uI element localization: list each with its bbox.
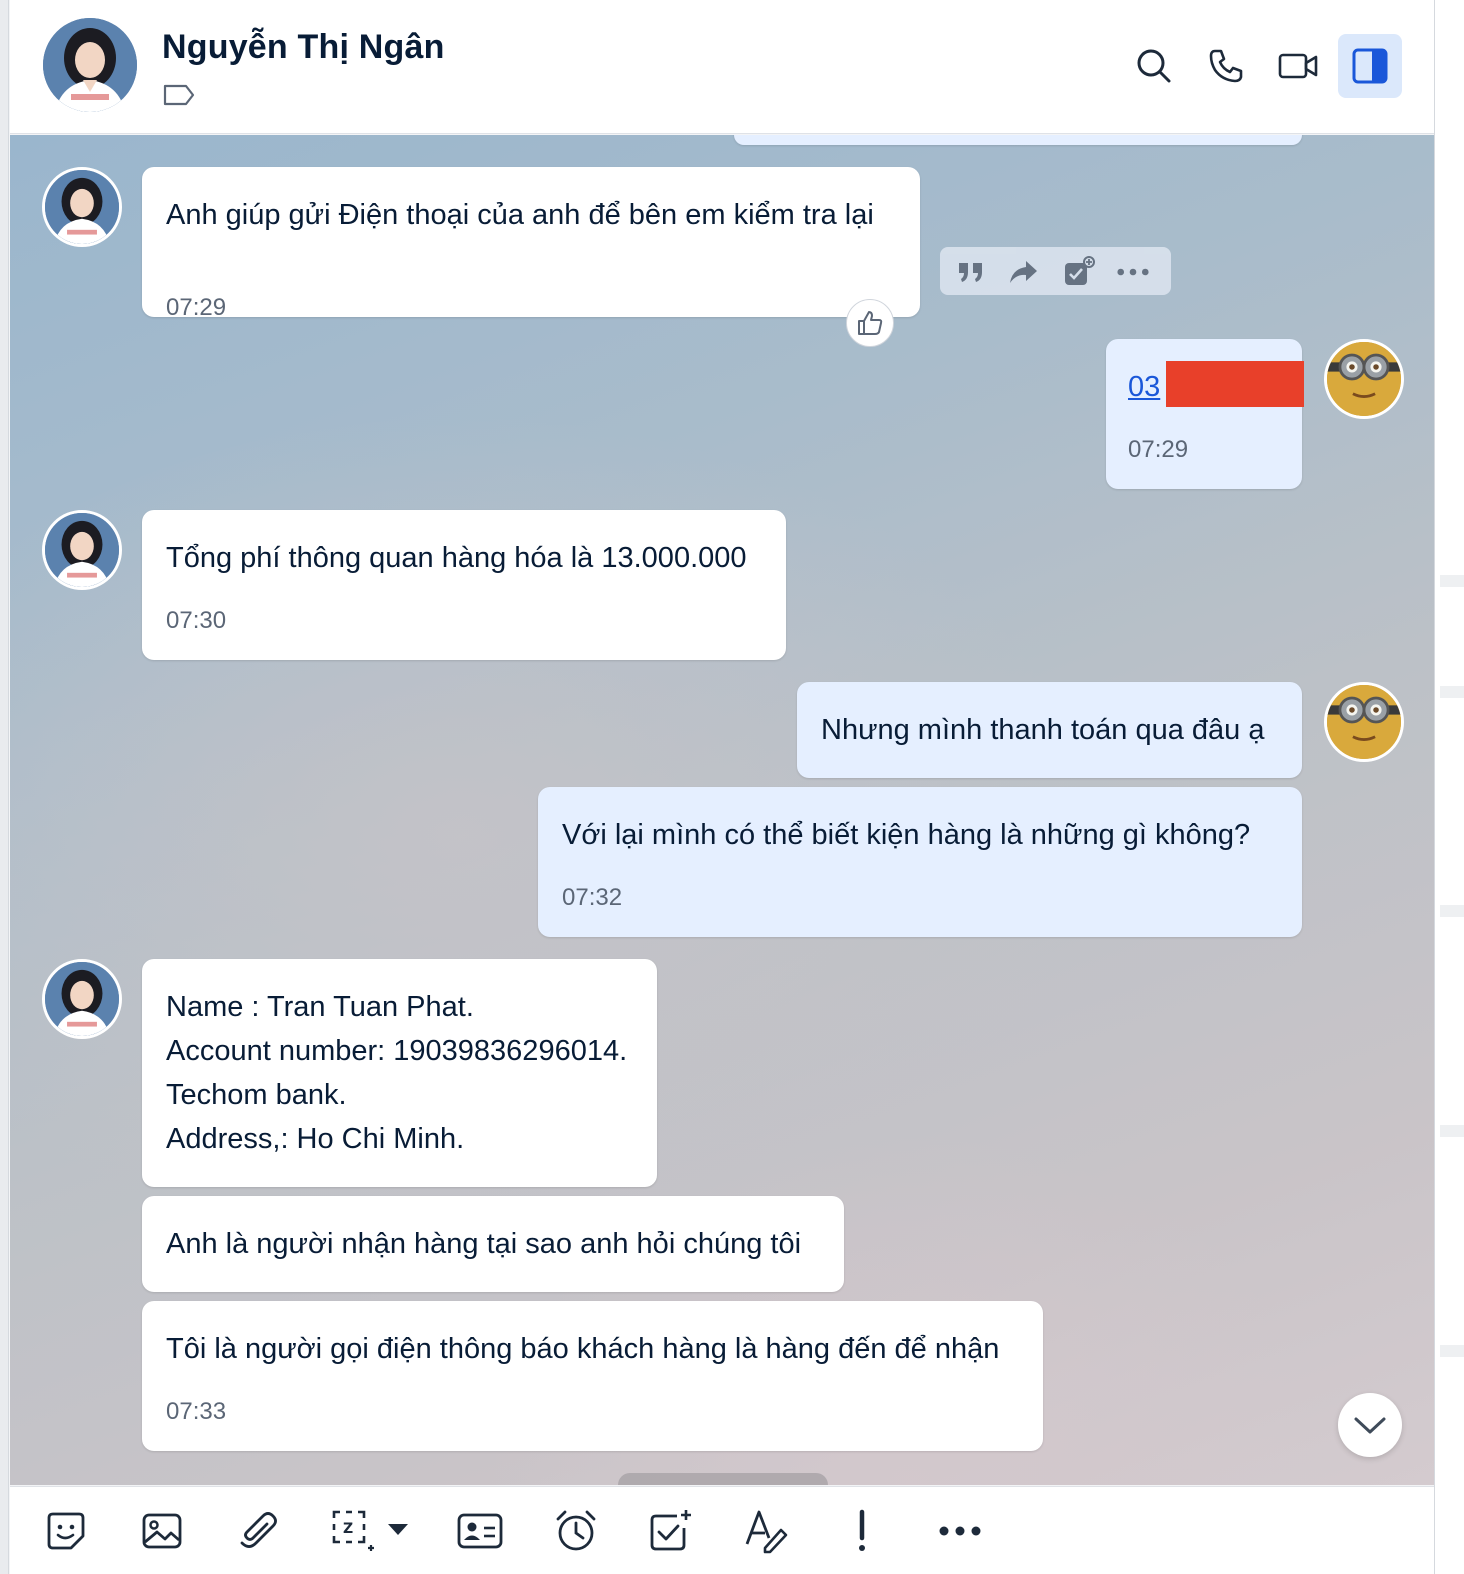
conversation-header: Nguyễn Thị Ngân (10, 0, 1434, 134)
phone-icon[interactable] (1198, 38, 1254, 94)
quote-icon[interactable] (954, 255, 988, 289)
contact-card-icon[interactable] (456, 1507, 504, 1555)
redaction-box (1166, 361, 1304, 407)
message-text: Tổng phí thông quan hàng hóa là 13.000.0… (166, 542, 747, 574)
message-bubble-incoming[interactable]: Anh là người nhận hàng tại sao anh hỏi c… (142, 1196, 844, 1292)
scroll-to-bottom-button[interactable] (1338, 1393, 1402, 1457)
message-list[interactable]: Anh giúp gửi Điện thoại của anh để bên e… (10, 135, 1434, 1485)
message-bubble-incoming[interactable]: Tổng phí thông quan hàng hóa là 13.000.0… (142, 510, 786, 660)
message-time: 07:29 (1128, 436, 1189, 463)
bank-name-line: Name : Tran Tuan Phat. (166, 991, 474, 1023)
divider (1440, 686, 1464, 698)
message-text: Anh giúp gửi Điện thoại của anh để bên e… (166, 199, 874, 231)
divider (1440, 905, 1464, 917)
video-call-icon[interactable] (1270, 38, 1326, 94)
divider (1440, 575, 1464, 587)
add-task-icon[interactable] (1062, 255, 1096, 289)
more-icon[interactable] (1116, 255, 1150, 289)
message-bubble-outgoing[interactable]: Với lại mình có thể biết kiện hàng là nh… (538, 787, 1302, 937)
sender-avatar[interactable] (42, 510, 122, 590)
previous-message-bubble (734, 135, 1302, 145)
todo-icon[interactable] (646, 1507, 694, 1555)
chat-window: Nguyễn Thị Ngân Anh giúp gửi Điện thoại … (0, 0, 1464, 1574)
message-time: 07:33 (166, 1398, 227, 1425)
message-bubble-outgoing[interactable]: 03 07:29 (1106, 339, 1304, 489)
new-message-indicator[interactable] (618, 1473, 828, 1485)
sender-avatar[interactable] (42, 167, 122, 247)
phone-number-link[interactable]: 03 (1128, 365, 1160, 409)
composer-toolbar: Z (10, 1486, 1434, 1574)
reminder-icon[interactable] (552, 1507, 600, 1555)
svg-text:Z: Z (343, 1521, 353, 1537)
address-line: Address,: Ho Chi Minh. (166, 1123, 465, 1155)
contact-name: Nguyễn Thị Ngân (162, 28, 445, 66)
message-text: Anh là người nhận hàng tại sao anh hỏi c… (166, 1228, 802, 1260)
contact-avatar[interactable] (43, 18, 137, 112)
label-tag-icon[interactable] (162, 82, 196, 108)
message-action-bar (940, 247, 1171, 295)
message-text: Name : Tran Tuan Phat. Account number: 1… (166, 985, 627, 1161)
message-time: 07:32 (562, 884, 623, 911)
chevron-down-icon (1354, 1417, 1386, 1434)
divider (1440, 1345, 1464, 1357)
message-text: Nhưng mình thanh toán qua đâu ạ (821, 714, 1265, 746)
forward-icon[interactable] (1006, 255, 1040, 289)
bank-line: Techom bank. (166, 1079, 347, 1111)
message-time: 07:30 (166, 607, 227, 634)
account-number-line: Account number: 19039836296014. (166, 1035, 628, 1067)
message-text: Với lại mình có thể biết kiện hàng là nh… (562, 819, 1251, 851)
thumbs-up-icon[interactable] (846, 299, 894, 347)
message-bubble-incoming[interactable]: Anh giúp gửi Điện thoại của anh để bên e… (142, 167, 920, 321)
message-bubble-incoming[interactable]: Name : Tran Tuan Phat. Account number: 1… (142, 959, 657, 1187)
my-avatar[interactable] (1324, 339, 1404, 419)
search-icon[interactable] (1126, 38, 1182, 94)
message-bubble-incoming[interactable]: Tôi là người gọi điện thông báo khách hà… (142, 1301, 1043, 1451)
message-bubble-outgoing[interactable]: Nhưng mình thanh toán qua đâu ạ (797, 682, 1302, 778)
text-format-icon[interactable] (742, 1507, 790, 1555)
my-avatar[interactable] (1324, 682, 1404, 762)
more-icon[interactable] (932, 1507, 988, 1555)
sender-avatar[interactable] (42, 959, 122, 1039)
urgent-icon[interactable] (838, 1507, 886, 1555)
message-time: 07:29 (166, 294, 227, 321)
left-panel-edge (0, 0, 9, 1574)
attachment-icon[interactable] (234, 1507, 282, 1555)
image-icon[interactable] (138, 1507, 186, 1555)
sticker-icon[interactable] (42, 1507, 90, 1555)
right-panel-edge (1434, 0, 1464, 1574)
screenshot-icon[interactable]: Z (330, 1507, 410, 1555)
divider (1440, 1125, 1464, 1137)
sidebar-toggle-icon[interactable] (1338, 34, 1402, 98)
message-text: Tôi là người gọi điện thông báo khách hà… (166, 1333, 1000, 1365)
